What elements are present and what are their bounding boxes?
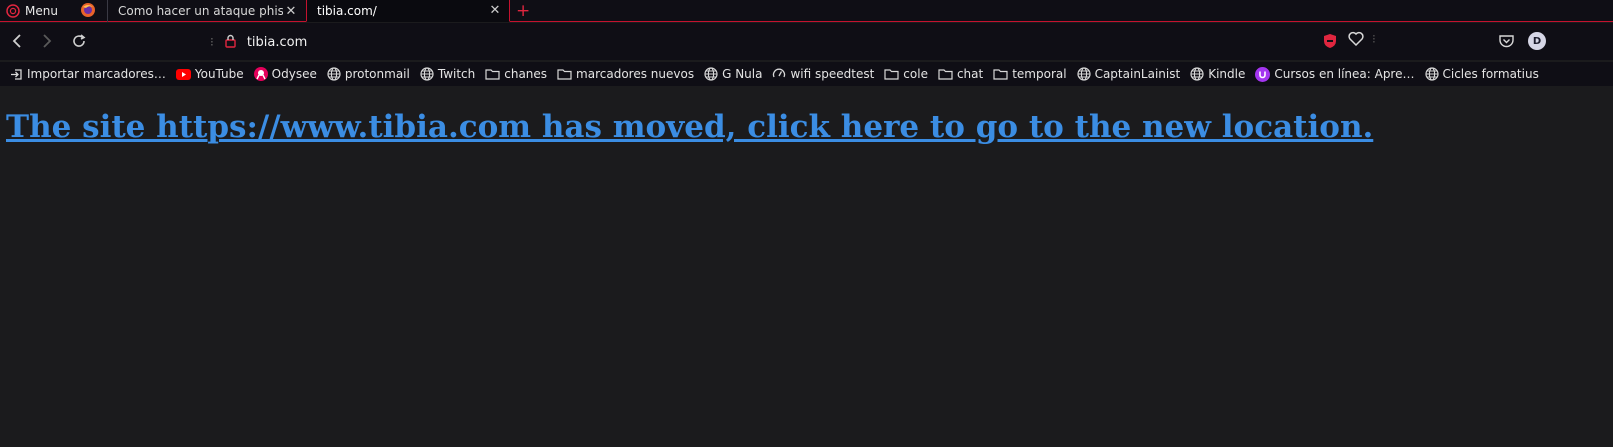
tab-title: Como hacer un ataque phishing <box>118 4 283 18</box>
url-text[interactable]: tibia.com <box>247 35 307 50</box>
bookmark-item[interactable]: Importar marcadores… <box>10 67 166 81</box>
bookmark-label: chat <box>956 67 984 81</box>
odysee-icon <box>253 67 268 81</box>
bookmark-item[interactable]: wifi speedtest <box>772 67 874 81</box>
menu-label: Menu <box>25 3 58 18</box>
bookmark-label: Importar marcadores… <box>27 67 166 81</box>
bookmark-label: Odysee <box>271 67 317 81</box>
bookmarks-bar: Importar marcadores… YouTube Odysee protonm… <box>0 62 1613 86</box>
bookmark-item[interactable]: G Nula <box>704 67 762 81</box>
close-icon[interactable]: ✕ <box>487 3 503 18</box>
address-bar[interactable]: ⁝ tibia.com <box>210 31 307 53</box>
bookmark-label: chanes <box>504 67 548 81</box>
bookmark-item[interactable]: Cicles formatius <box>1424 67 1539 81</box>
bookmark-item[interactable]: Kindle <box>1190 67 1245 81</box>
globe-icon <box>1424 67 1439 81</box>
new-tab-button[interactable]: + <box>516 0 530 21</box>
folder-icon <box>557 68 572 80</box>
bookmark-label: protonmail <box>344 67 410 81</box>
tab-phishing[interactable]: Como hacer un ataque phishing ✕ <box>107 0 305 22</box>
globe-icon <box>327 67 341 81</box>
opera-menu-icon <box>6 3 20 18</box>
bookmark-item[interactable]: Twitch <box>420 67 475 81</box>
bookmark-item[interactable]: protonmail <box>327 67 410 81</box>
reload-icon[interactable] <box>70 32 88 50</box>
tab-tibia[interactable]: tibia.com/ ✕ <box>306 0 510 22</box>
globe-icon <box>704 67 718 81</box>
bookmark-item[interactable]: YouTube <box>175 67 244 81</box>
site-info-dots-icon[interactable]: ⁝ <box>210 35 214 49</box>
bookmark-item[interactable]: chanes <box>485 67 547 81</box>
bookmark-label: Twitch <box>437 67 476 81</box>
import-icon <box>10 68 23 81</box>
back-icon[interactable] <box>8 32 26 50</box>
globe-icon <box>1076 67 1091 81</box>
bookmark-label: G Nula <box>722 67 763 81</box>
tab-strip: Menu Como hacer un ataque phishing ✕ tib… <box>0 0 1613 22</box>
profile-avatar[interactable]: D <box>1528 32 1546 50</box>
udemy-icon <box>1255 66 1271 82</box>
bookmark-label: YouTube <box>194 67 244 81</box>
speed-icon <box>772 67 786 81</box>
close-icon[interactable]: ✕ <box>283 4 299 19</box>
bookmark-label: Cicles formatius <box>1442 67 1539 81</box>
moved-link[interactable]: The site https://www.tibia.com has moved… <box>6 109 1373 145</box>
bookmark-item[interactable]: cole <box>884 67 928 81</box>
bookmark-item[interactable]: marcadores nuevos <box>557 67 694 81</box>
page-content: The site https://www.tibia.com has moved… <box>0 87 1613 447</box>
bookmark-label: temporal <box>1012 67 1067 81</box>
folder-icon <box>993 68 1008 80</box>
folder-icon <box>938 68 953 80</box>
menu-button[interactable]: Menu <box>6 0 58 21</box>
bookmark-item[interactable]: temporal <box>993 67 1067 81</box>
tab-title: tibia.com/ <box>317 3 377 18</box>
folder-icon <box>884 68 899 80</box>
insecure-lock-icon[interactable] <box>224 33 237 52</box>
forward-icon[interactable] <box>38 32 56 50</box>
globe-icon <box>1190 67 1204 81</box>
bookmark-item[interactable]: Odysee <box>253 67 317 81</box>
bookmark-label: marcadores nuevos <box>576 67 695 81</box>
bookmark-label: wifi speedtest <box>790 67 875 81</box>
ad-blocker-shield-icon[interactable] <box>1323 33 1337 53</box>
pocket-icon[interactable] <box>1499 33 1514 52</box>
heart-icon[interactable] <box>1348 31 1364 50</box>
bookmark-label: Cursos en línea: Apre… <box>1274 67 1415 81</box>
globe-icon <box>420 67 434 81</box>
bookmark-item[interactable]: chat <box>938 67 983 81</box>
bookmark-label: CaptainLainist <box>1094 67 1181 81</box>
bookmark-label: cole <box>903 67 928 81</box>
bookmark-item[interactable]: Cursos en línea: Apre… <box>1255 66 1415 82</box>
folder-icon <box>485 68 500 80</box>
more-options-icon[interactable]: ⁝ <box>1372 32 1376 46</box>
navigation-bar: ⁝ tibia.com ⁝ D <box>0 23 1613 60</box>
firefox-icon[interactable] <box>80 2 96 18</box>
bookmark-label: Kindle <box>1208 67 1246 81</box>
bookmark-item[interactable]: CaptainLainist <box>1076 67 1181 81</box>
youtube-icon <box>175 68 191 80</box>
